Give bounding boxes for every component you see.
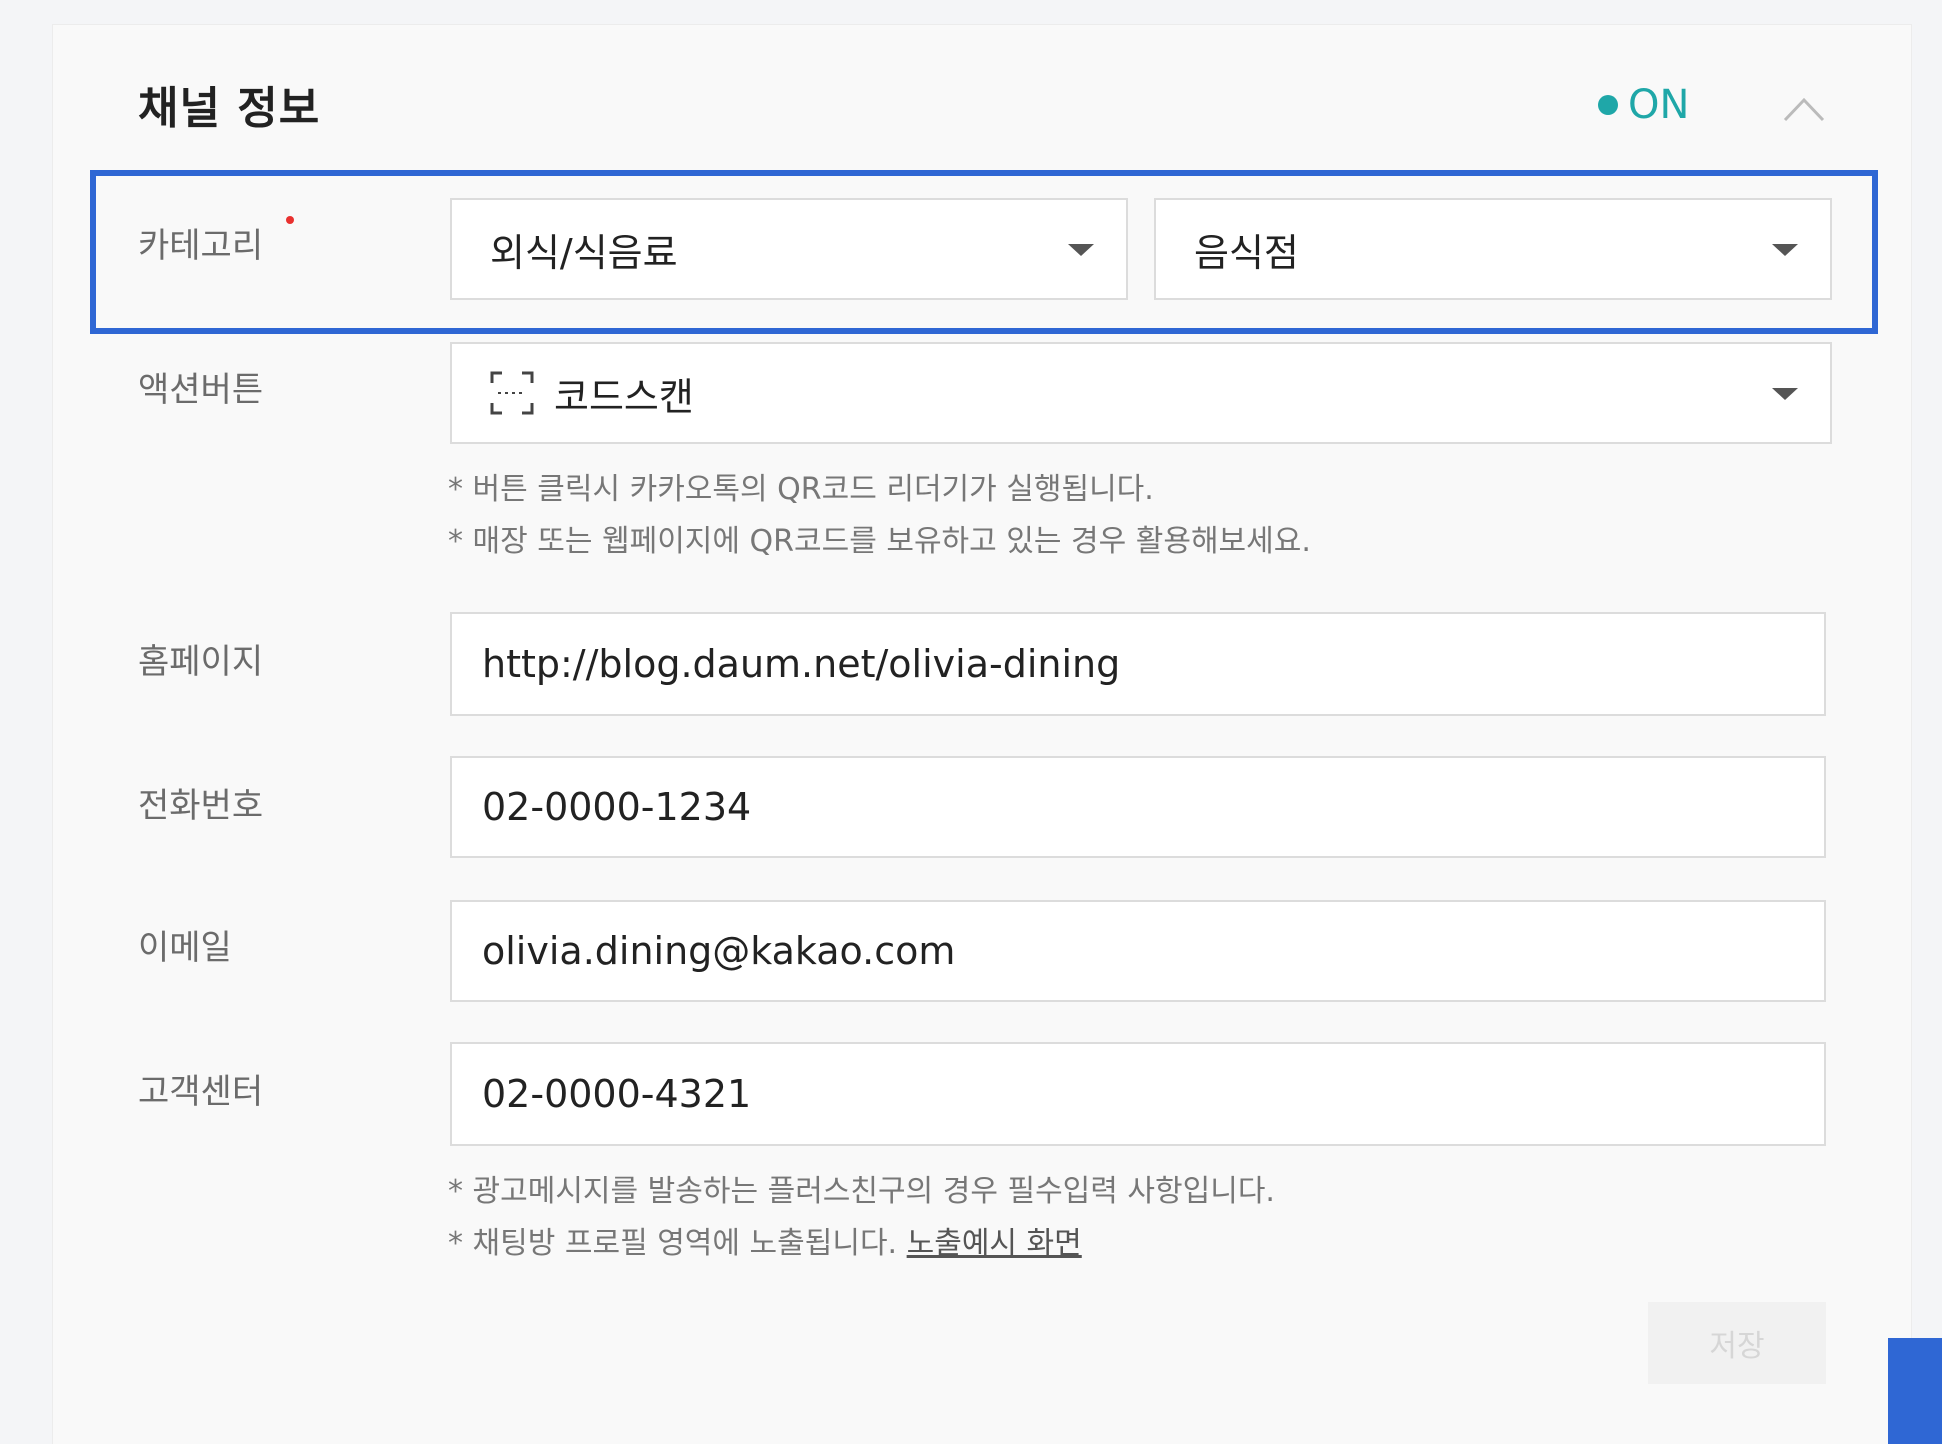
customer-center-hint-2-text: * 채팅방 프로필 영역에 노출됩니다. (448, 1226, 907, 1261)
homepage-value: http://blog.daum.net/olivia-dining (482, 642, 1121, 686)
status-dot-icon (1598, 95, 1618, 115)
phone-input[interactable]: 02-0000-1234 (450, 756, 1826, 858)
status-label: ON (1628, 82, 1690, 128)
action-button-label: 액션버튼 (138, 370, 264, 410)
action-button-select[interactable]: 코드스캔 (450, 342, 1832, 444)
customer-center-value: 02-0000-4321 (482, 1072, 752, 1116)
customer-center-hint-2: * 채팅방 프로필 영역에 노출됩니다. 노출예시 화면 (448, 1218, 1082, 1270)
status-indicator: ON (1598, 82, 1689, 128)
chevron-down-icon (1772, 388, 1798, 400)
customer-center-label: 고객센터 (138, 1072, 264, 1112)
action-button-value: 코드스캔 (554, 374, 694, 419)
email-label: 이메일 (138, 928, 232, 968)
save-button[interactable]: 저장 (1648, 1302, 1826, 1384)
chevron-up-icon[interactable] (1782, 94, 1826, 124)
email-input[interactable]: olivia.dining@kakao.com (450, 900, 1826, 1002)
homepage-label: 홈페이지 (138, 642, 264, 682)
category-highlight-box (90, 170, 1878, 334)
homepage-input[interactable]: http://blog.daum.net/olivia-dining (450, 612, 1826, 716)
exposure-example-link[interactable]: 노출예시 화면 (907, 1226, 1082, 1261)
customer-center-input[interactable]: 02-0000-4321 (450, 1042, 1826, 1146)
floating-corner-tab[interactable] (1888, 1338, 1942, 1444)
customer-center-hint-1: * 광고메시지를 발송하는 플러스친구의 경우 필수입력 사항입니다. (448, 1174, 1275, 1209)
action-button-hint-2: * 매장 또는 웹페이지에 QR코드를 보유하고 있는 경우 활용해보세요. (448, 524, 1311, 559)
action-button-hint-1: * 버튼 클릭시 카카오톡의 QR코드 리더기가 실행됩니다. (448, 472, 1154, 507)
phone-label: 전화번호 (138, 786, 264, 826)
email-value: olivia.dining@kakao.com (482, 929, 956, 973)
phone-value: 02-0000-1234 (482, 785, 752, 829)
qr-scan-icon (490, 371, 534, 415)
panel-title: 채널 정보 (138, 83, 321, 134)
